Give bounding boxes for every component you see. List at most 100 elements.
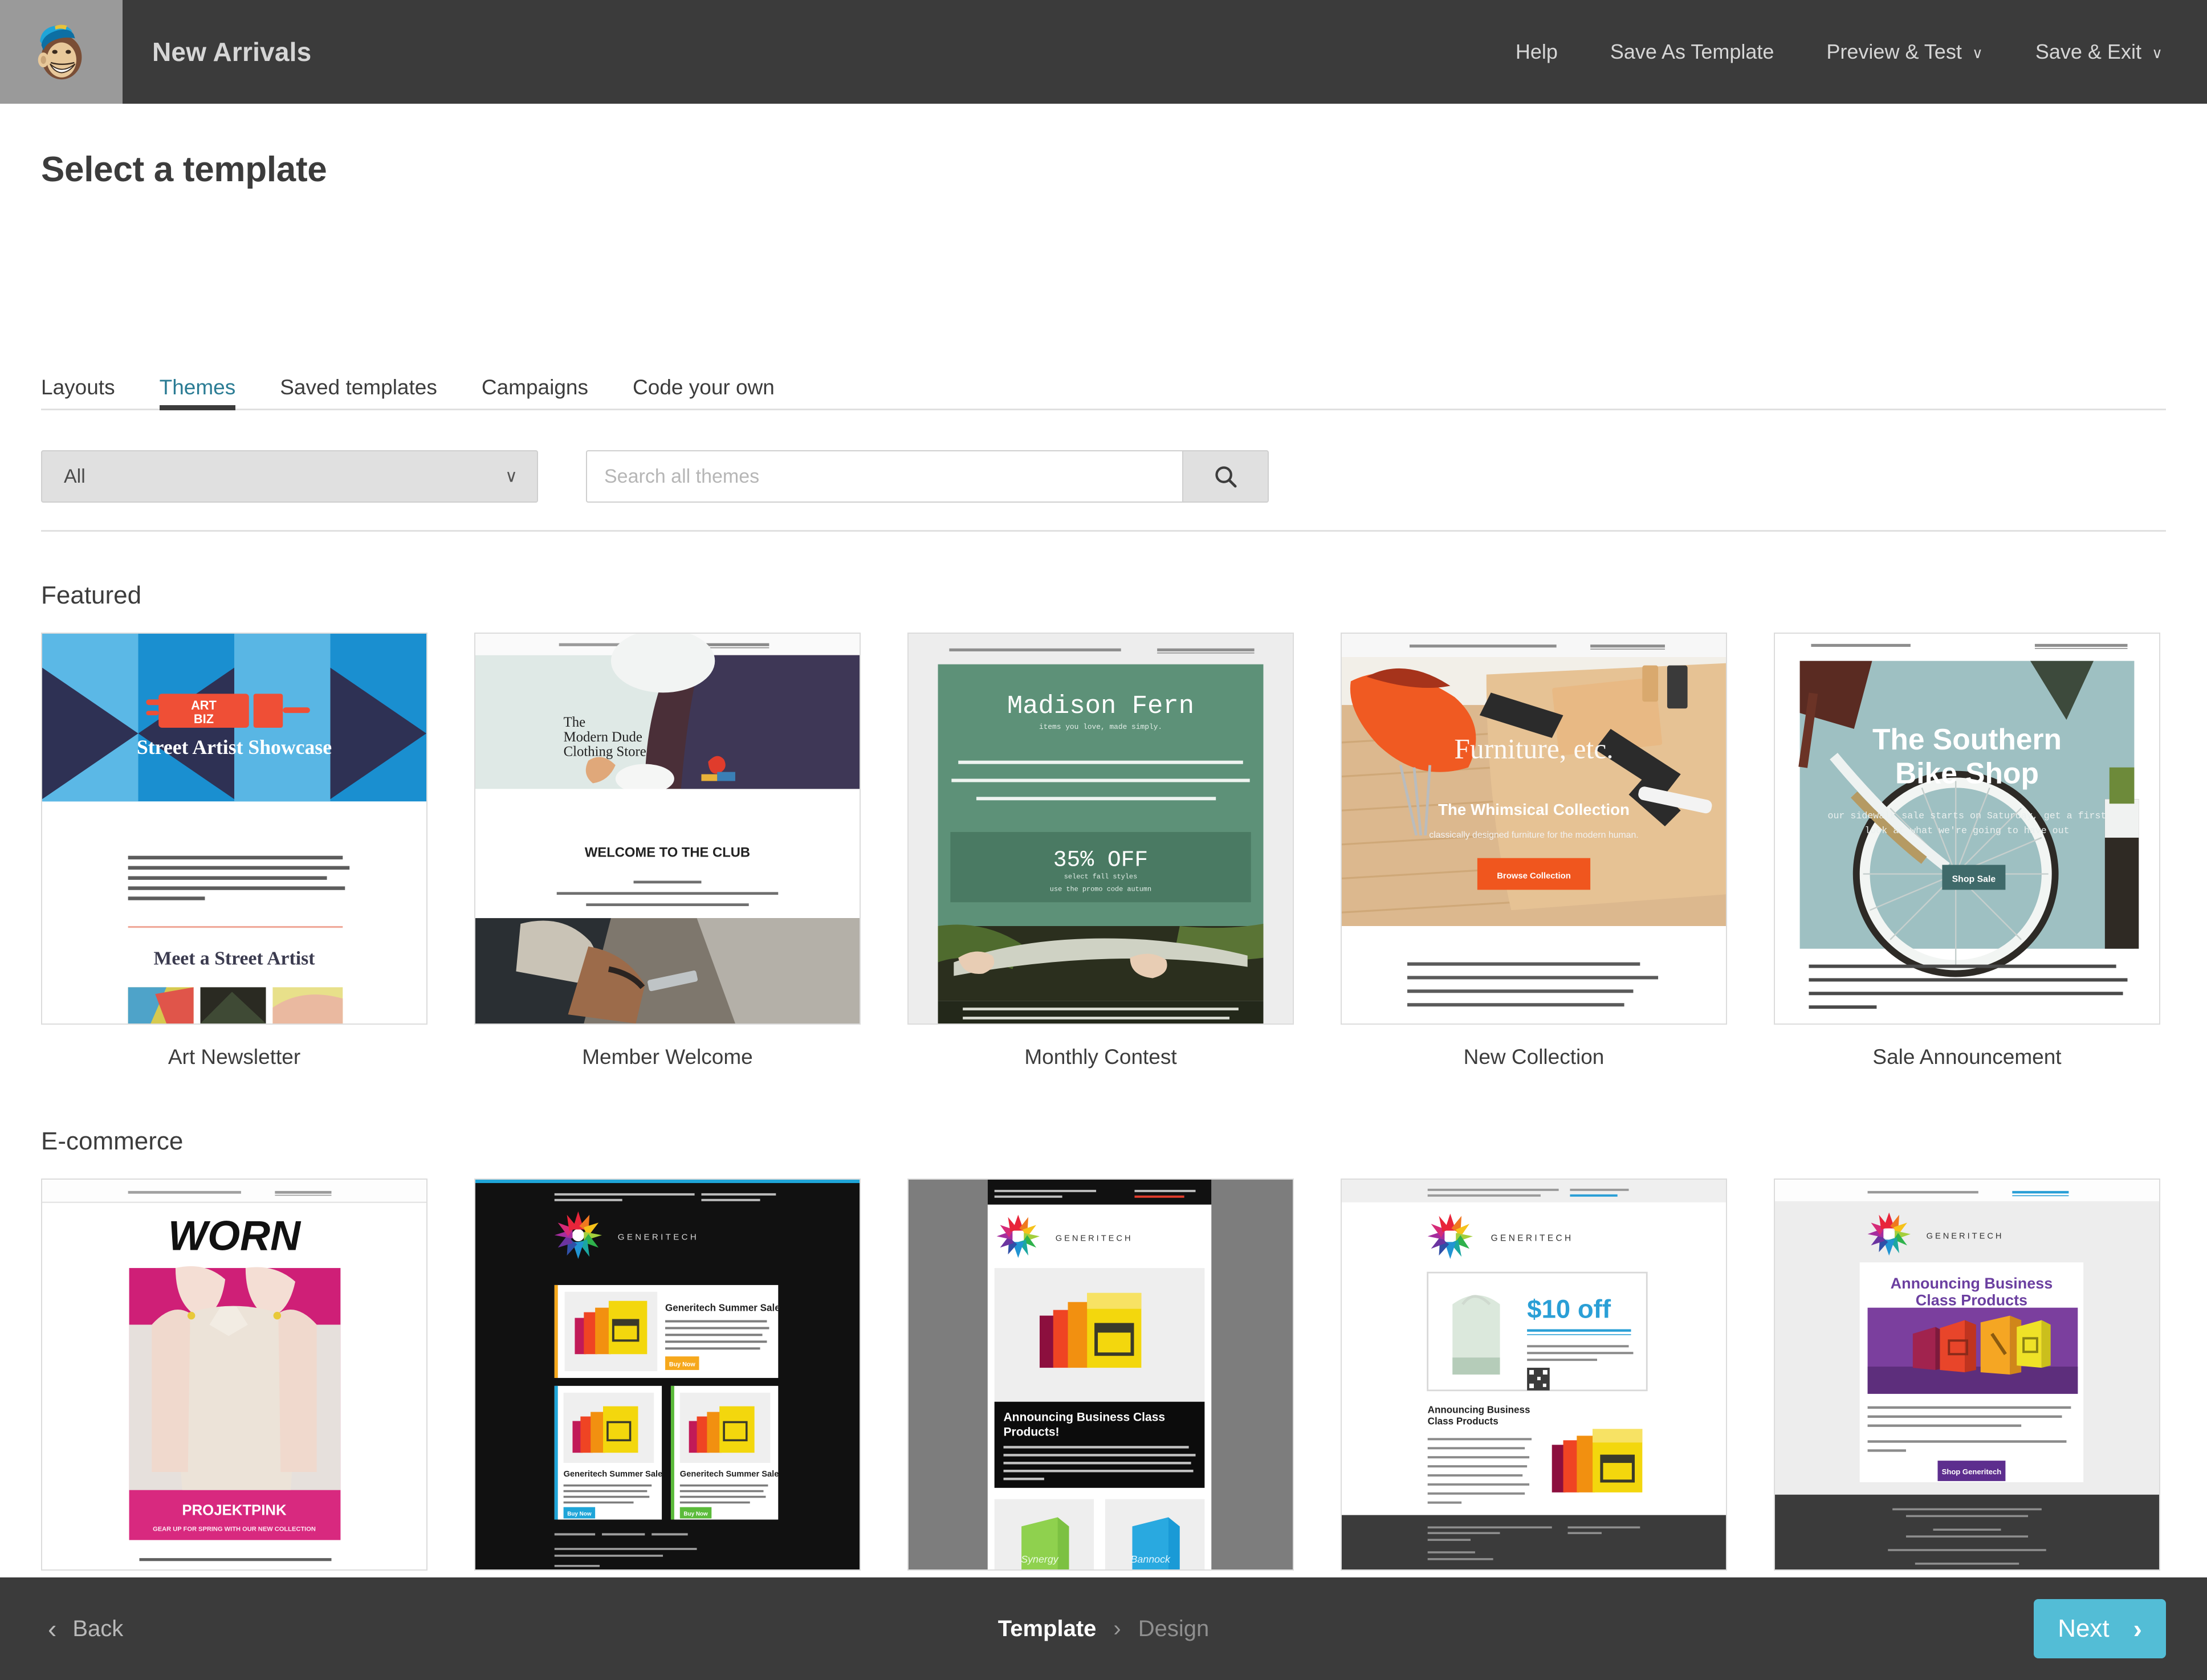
tab-campaigns-label: Campaigns [481, 376, 589, 399]
nav-help[interactable]: Help [1516, 40, 1558, 64]
template-card-member-welcome[interactable]: The Modern Dude Clothing Store WELCOME T… [474, 633, 861, 1069]
nav-save-and-exit-label: Save & Exit [2035, 40, 2141, 63]
search-box [586, 450, 1269, 503]
template-grid-featured: ART BIZ Street Artist Showcase Meet a St… [41, 633, 2166, 1069]
svg-text:Class Products: Class Products [1428, 1416, 1499, 1426]
template-card-new-collection[interactable]: Furniture, etc. The Whimsical Collection… [1341, 633, 1727, 1069]
svg-text:our sidewalk sale starts on Sa: our sidewalk sale starts on Saturday, ge… [1827, 811, 2106, 822]
svg-text:Generitech Summer Sale: Generitech Summer Sale [680, 1470, 779, 1479]
search-button[interactable] [1182, 450, 1269, 503]
svg-text:BIZ: BIZ [194, 712, 214, 726]
breadcrumb-step-design: Design [1138, 1616, 1210, 1641]
flyer-preview: GENERITECH Announcing Business Class Pro… [1775, 1180, 2159, 1569]
svg-text:GEAR UP FOR SPRING WITH OUR NE: GEAR UP FOR SPRING WITH OUR NEW COLLECTI… [153, 1526, 316, 1532]
svg-text:WORN: WORN [168, 1212, 302, 1259]
member-welcome-preview: The Modern Dude Clothing Store WELCOME T… [475, 634, 860, 1024]
svg-text:Shop Generitech: Shop Generitech [1942, 1467, 2002, 1476]
template-thumbnail: GENERITECH Generitech Summer Sale Buy No… [474, 1179, 861, 1571]
template-card-label: Art Newsletter [168, 1045, 301, 1069]
section-heading-featured: Featured [41, 581, 142, 609]
svg-text:Furniture, etc.: Furniture, etc. [1454, 733, 1613, 765]
svg-text:Buy Now: Buy Now [683, 1511, 708, 1517]
template-thumbnail: Furniture, etc. The Whimsical Collection… [1341, 633, 1727, 1025]
mailchimp-freddie-icon [38, 25, 82, 80]
campaign-title: New Arrivals [152, 37, 312, 67]
svg-text:35% OFF: 35% OFF [1053, 847, 1148, 873]
svg-text:WELCOME TO THE CLUB: WELCOME TO THE CLUB [585, 845, 750, 861]
nav-save-as-template[interactable]: Save As Template [1610, 40, 1774, 64]
chevron-down-icon: ∨ [2151, 44, 2163, 62]
svg-text:PROJEKTPINK: PROJEKTPINK [182, 1503, 287, 1519]
svg-text:Announcing Business Class: Announcing Business Class [1004, 1410, 1166, 1424]
template-card-color-box[interactable]: GENERITECH Generitech Summer Sale Buy No… [474, 1179, 861, 1615]
section-heading-ecommerce: E-commerce [41, 1127, 184, 1155]
svg-text:Meet a Street Artist: Meet a Street Artist [154, 948, 316, 969]
svg-text:Buy Now: Buy Now [669, 1361, 695, 1368]
template-thumbnail: Madison Fern items you love, made simply… [907, 633, 1294, 1025]
boutique-preview: WORN PROJEKTPINK GEAR UP FOR SPRING WITH… [42, 1180, 426, 1569]
svg-text:The Southern: The Southern [1872, 723, 2062, 756]
nav-save-as-template-label: Save As Template [1610, 40, 1774, 63]
svg-text:Bannock: Bannock [1131, 1553, 1171, 1565]
back-button[interactable]: ‹ Back [48, 1616, 123, 1642]
template-card-monthly-contest[interactable]: Madison Fern items you love, made simply… [907, 633, 1294, 1069]
template-thumbnail: GENERITECH $10 off Announcing Business C… [1341, 1179, 1727, 1571]
svg-text:Clothing Store: Clothing Store [564, 744, 646, 760]
svg-text:The Whimsical Collection: The Whimsical Collection [1438, 801, 1630, 818]
search-input[interactable] [586, 450, 1182, 503]
svg-text:Class Products: Class Products [1916, 1292, 2027, 1309]
svg-text:look at what we're going to ha: look at what we're going to have out [1864, 826, 2069, 837]
tab-code-your-own[interactable]: Code your own [633, 376, 775, 409]
tab-themes[interactable]: Themes [159, 376, 236, 410]
breadcrumb: Template › Design [998, 1616, 1209, 1642]
svg-text:GENERITECH: GENERITECH [1056, 1234, 1133, 1243]
nav-preview-and-test[interactable]: Preview & Test ∨ [1826, 40, 1982, 64]
nav-save-and-exit[interactable]: Save & Exit ∨ [2035, 40, 2163, 64]
filter-divider [41, 530, 2166, 532]
tab-saved-templates-label: Saved templates [280, 376, 437, 399]
svg-text:$10 off: $10 off [1527, 1295, 1611, 1324]
template-card-art-newsletter[interactable]: ART BIZ Street Artist Showcase Meet a St… [41, 633, 427, 1069]
template-card-label: Sale Announcement [1872, 1045, 2062, 1069]
template-card-sale-announcement[interactable]: The Southern Bike Shop our sidewalk sale… [1774, 633, 2160, 1069]
next-button[interactable]: Next › [2034, 1599, 2166, 1658]
svg-text:Products!: Products! [1004, 1425, 1060, 1438]
chevron-down-icon: ∨ [505, 467, 518, 486]
breadcrumb-step-template[interactable]: Template [998, 1616, 1097, 1642]
template-card-label: Monthly Contest [1024, 1045, 1177, 1069]
template-thumbnail: GENERITECH Announcing Business Class Pro… [907, 1179, 1294, 1571]
svg-text:The: The [564, 715, 586, 730]
tab-themes-label: Themes [159, 376, 236, 399]
sale-announcement-preview: The Southern Bike Shop our sidewalk sale… [1775, 634, 2159, 1024]
category-filter-select[interactable]: All ∨ [41, 450, 538, 503]
page-title: Select a template [41, 150, 327, 189]
chevron-right-icon: › [1113, 1616, 1121, 1641]
top-chrome-bar: New Arrivals Help Save As Template Previ… [0, 0, 2207, 104]
chevron-left-icon: ‹ [48, 1614, 57, 1644]
svg-text:use the promo code autumn: use the promo code autumn [1050, 885, 1151, 893]
tab-layouts[interactable]: Layouts [41, 376, 115, 409]
contrast-preview: GENERITECH Announcing Business Class Pro… [909, 1180, 1293, 1569]
tab-layouts-label: Layouts [41, 376, 115, 399]
svg-text:Buy Now: Buy Now [567, 1511, 592, 1517]
cutout-preview: GENERITECH $10 off Announcing Business C… [1342, 1180, 1726, 1569]
template-thumbnail: GENERITECH Announcing Business Class Pro… [1774, 1179, 2160, 1571]
nav-help-label: Help [1515, 40, 1558, 63]
template-card-label: Member Welcome [582, 1045, 753, 1069]
filter-row: All ∨ [41, 450, 2166, 503]
template-thumbnail: WORN PROJEKTPINK GEAR UP FOR SPRING WITH… [41, 1179, 427, 1571]
tab-campaigns[interactable]: Campaigns [482, 376, 588, 409]
svg-text:Announcing Business: Announcing Business [1891, 1275, 2053, 1292]
template-card-boutique[interactable]: WORN PROJEKTPINK GEAR UP FOR SPRING WITH… [41, 1179, 427, 1615]
template-card-flyer[interactable]: GENERITECH Announcing Business Class Pro… [1774, 1179, 2160, 1615]
template-card-contrast[interactable]: GENERITECH Announcing Business Class Pro… [907, 1179, 1294, 1615]
mailchimp-logo-tile[interactable] [0, 0, 123, 104]
monthly-contest-preview: Madison Fern items you love, made simply… [909, 634, 1293, 1024]
next-button-label: Next [2058, 1614, 2110, 1642]
tab-saved-templates[interactable]: Saved templates [280, 376, 437, 409]
template-card-label: New Collection [1463, 1045, 1605, 1069]
template-thumbnail: The Modern Dude Clothing Store WELCOME T… [474, 633, 861, 1025]
svg-text:Bike Shop: Bike Shop [1895, 756, 2039, 789]
template-card-cutout[interactable]: GENERITECH $10 off Announcing Business C… [1341, 1179, 1727, 1615]
template-thumbnail: The Southern Bike Shop our sidewalk sale… [1774, 633, 2160, 1025]
